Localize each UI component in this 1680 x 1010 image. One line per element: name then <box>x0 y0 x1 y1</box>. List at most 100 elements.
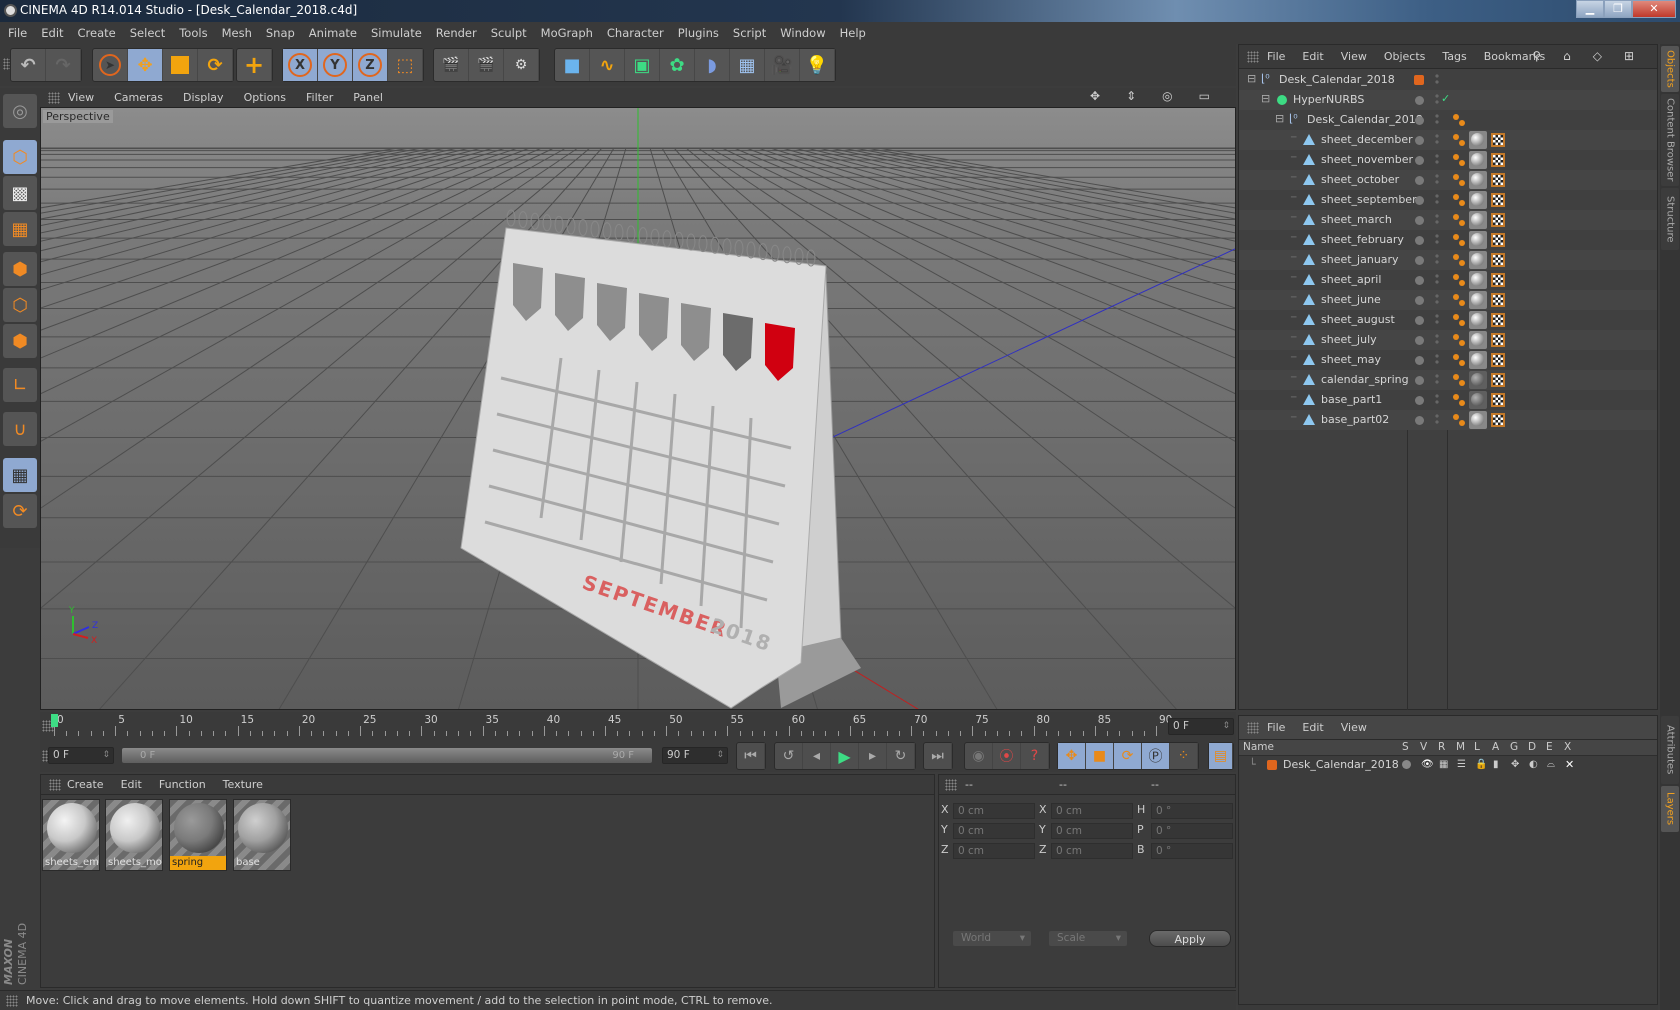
redo-icon[interactable]: ↷ <box>46 49 81 81</box>
coordinate-system-icon[interactable]: ⬚ <box>388 49 423 81</box>
object-row[interactable]: ─ sheet_march <box>1239 210 1657 230</box>
visibility-dot-icon[interactable] <box>1415 356 1424 365</box>
visibility-dot-icon[interactable] <box>1415 96 1424 105</box>
render-picture-viewer-icon[interactable]: 🎬 <box>469 49 504 81</box>
uvw-tag-icon[interactable] <box>1491 333 1505 347</box>
editor-render-visibility-icon[interactable] <box>1435 374 1439 386</box>
material-tag-icon[interactable] <box>1469 211 1487 229</box>
editor-render-visibility-icon[interactable] <box>1435 334 1439 346</box>
uvw-tag-icon[interactable] <box>1491 413 1505 427</box>
object-name[interactable]: base_part1 <box>1321 393 1382 406</box>
menu-help[interactable]: Help <box>840 26 866 40</box>
layer-generators-icon[interactable]: ✥ <box>1511 759 1519 770</box>
z-axis-icon[interactable]: Z <box>353 49 388 81</box>
uvw-tag-icon[interactable] <box>1491 353 1505 367</box>
menu-sculpt[interactable]: Sculpt <box>491 26 527 40</box>
layer-column-header[interactable]: M <box>1456 741 1465 753</box>
layer-column-header[interactable]: Name <box>1243 741 1274 753</box>
key-position-icon[interactable]: ✥ <box>1058 743 1086 769</box>
lm-menu-view[interactable]: View <box>1341 721 1367 734</box>
object-row[interactable]: ⊟ ⌊⁰ Desk_Calendar_2018 <box>1239 110 1657 130</box>
object-name[interactable]: sheet_december <box>1321 133 1413 146</box>
camera-label[interactable]: Perspective <box>43 110 113 123</box>
tab-structure[interactable]: Structure <box>1661 188 1679 250</box>
object-row[interactable]: ─ sheet_october <box>1239 170 1657 190</box>
layer-color-swatch[interactable] <box>1267 760 1277 770</box>
object-name[interactable]: sheet_august <box>1321 313 1395 326</box>
phong-tag-icon[interactable] <box>1453 194 1459 200</box>
om-menu-file[interactable]: File <box>1267 50 1285 63</box>
om-menu-edit[interactable]: Edit <box>1302 50 1323 63</box>
visibility-dot-icon[interactable] <box>1415 396 1424 405</box>
om-menu-tags[interactable]: Tags <box>1442 50 1466 63</box>
om-home-icon[interactable]: ⌂ <box>1563 49 1571 63</box>
layer-lock-icon[interactable]: 🔒 <box>1475 759 1487 770</box>
model-mode-icon[interactable]: ⬡ <box>3 140 37 174</box>
visibility-dot-icon[interactable] <box>1415 216 1424 225</box>
mm-menu-create[interactable]: Create <box>67 778 104 791</box>
material-tag-icon[interactable] <box>1469 371 1487 389</box>
next-frame-icon[interactable]: ▸ <box>859 743 887 769</box>
menu-render[interactable]: Render <box>436 26 477 40</box>
expand-toggle-icon[interactable]: ⊟ <box>1247 72 1256 85</box>
phong-tag-icon[interactable] <box>1459 360 1465 366</box>
timeline-ruler[interactable]: 0 5 10 15 20 25 30 35 40 45 50 55 60 65 70 75 80 85 90 0 F <box>40 712 1236 740</box>
key-rotation-icon[interactable]: ⟳ <box>1114 743 1142 769</box>
tab-attributes[interactable]: Attributes <box>1661 716 1679 784</box>
viewport-menu-filter[interactable]: Filter <box>306 91 333 104</box>
workplane-mode-icon[interactable]: ▦ <box>3 212 37 246</box>
layer-manager-icon[interactable]: ☰ <box>1457 759 1466 770</box>
size-field[interactable]: 0 cm <box>1051 803 1133 819</box>
end-frame-field[interactable]: 90 F <box>662 747 728 764</box>
material-tag-icon[interactable] <box>1469 151 1487 169</box>
layer-xref-icon[interactable]: ✕ <box>1565 758 1574 771</box>
object-name[interactable]: sheet_march <box>1321 213 1392 226</box>
layer-name[interactable]: Desk_Calendar_2018 <box>1283 758 1399 771</box>
timeline-playhead[interactable] <box>51 714 58 727</box>
layer-column-header[interactable]: L <box>1474 741 1480 753</box>
phong-tag-icon[interactable] <box>1459 120 1465 126</box>
object-row[interactable]: ─ sheet_april <box>1239 270 1657 290</box>
go-to-end-icon[interactable]: ⏭ <box>924 743 952 769</box>
phong-tag-icon[interactable] <box>1453 274 1459 280</box>
close-button[interactable]: ✕ <box>1632 0 1676 18</box>
uvw-tag-icon[interactable] <box>1491 193 1505 207</box>
visibility-dot-icon[interactable] <box>1415 196 1424 205</box>
edges-mode-icon[interactable]: ⬡ <box>3 288 37 322</box>
phong-tag-icon[interactable] <box>1453 374 1459 380</box>
phong-tag-icon[interactable] <box>1453 294 1459 300</box>
points-mode-icon[interactable]: ⬢ <box>3 252 37 286</box>
viewport-menu-panel[interactable]: Panel <box>353 91 383 104</box>
phong-tag-icon[interactable] <box>1453 334 1459 340</box>
editor-render-visibility-icon[interactable] <box>1435 194 1439 206</box>
layer-column-header[interactable]: R <box>1438 741 1445 753</box>
visibility-dot-icon[interactable] <box>1415 316 1424 325</box>
mm-menu-function[interactable]: Function <box>159 778 206 791</box>
axis-mode-icon[interactable]: ∟ <box>3 368 37 402</box>
editor-render-visibility-icon[interactable] <box>1435 394 1439 406</box>
autokey-icon[interactable]: ? <box>1021 743 1049 769</box>
camera-icon[interactable]: 🎥 <box>765 49 800 81</box>
deformer-icon[interactable]: ◗ <box>695 49 730 81</box>
object-row[interactable]: ⊟ ⌊⁰ Desk_Calendar_2018 <box>1239 70 1657 90</box>
phong-tag-icon[interactable] <box>1453 354 1459 360</box>
om-search-icon[interactable]: ⚲ <box>1532 49 1541 63</box>
editor-render-visibility-icon[interactable] <box>1435 154 1439 166</box>
array-icon[interactable]: ✿ <box>660 49 695 81</box>
material-tag-icon[interactable] <box>1469 131 1487 149</box>
object-name[interactable]: sheet_april <box>1321 273 1381 286</box>
rotate-icon[interactable]: ⟳ <box>198 49 233 81</box>
menu-edit[interactable]: Edit <box>41 26 63 40</box>
phong-tag-icon[interactable] <box>1459 160 1465 166</box>
object-name[interactable]: calendar_spring <box>1321 373 1409 386</box>
phong-tag-icon[interactable] <box>1459 320 1465 326</box>
layer-solo-icon[interactable] <box>1402 760 1411 769</box>
phong-tag-icon[interactable] <box>1459 300 1465 306</box>
rotation-field[interactable]: 0 ° <box>1151 803 1233 819</box>
phong-tag-icon[interactable] <box>1459 340 1465 346</box>
locked-workplane-icon[interactable]: ▦ <box>3 458 37 492</box>
play-icon[interactable]: ▶ <box>831 743 859 769</box>
y-axis-icon[interactable]: Y <box>318 49 353 81</box>
phong-tag-icon[interactable] <box>1453 254 1459 260</box>
viewport-grip[interactable] <box>48 92 60 104</box>
